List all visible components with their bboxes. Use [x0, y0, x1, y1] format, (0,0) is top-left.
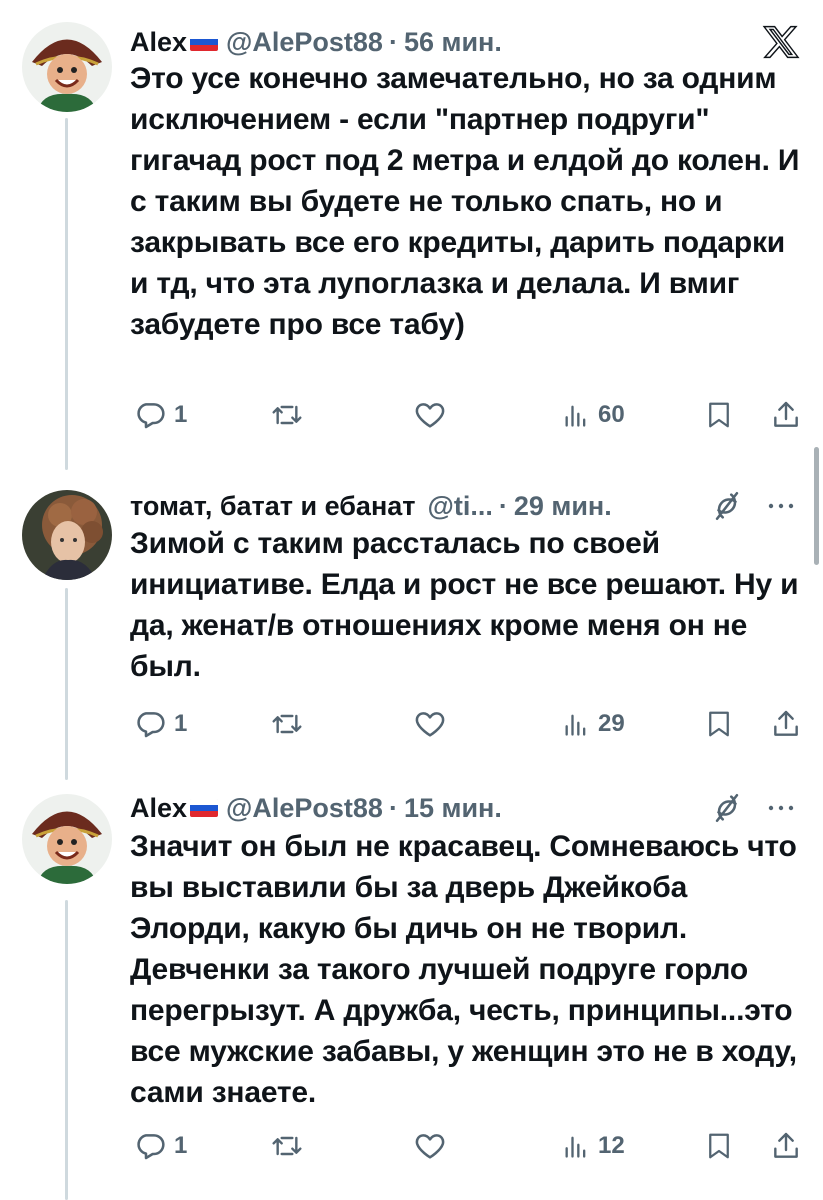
- timestamp[interactable]: 29 мин.: [514, 491, 612, 522]
- reply-count: 1: [174, 710, 188, 737]
- separator-dot: ·: [388, 26, 398, 57]
- thread-line: [65, 588, 68, 780]
- tweet-text: Это усе конечно замечательно, но за одни…: [130, 62, 800, 341]
- avatar[interactable]: [22, 490, 112, 580]
- view-count: 12: [598, 1132, 625, 1159]
- more-options-icon[interactable]: [766, 788, 796, 828]
- more-options-icon[interactable]: [766, 486, 796, 526]
- timestamp[interactable]: 56 мин.: [404, 27, 502, 58]
- view-count: 60: [598, 401, 625, 428]
- views-button[interactable]: 12: [562, 1126, 625, 1166]
- bookmark-button[interactable]: [704, 704, 734, 744]
- heart-icon: [415, 1134, 445, 1159]
- views-button[interactable]: 60: [562, 395, 625, 435]
- views-button[interactable]: 29: [562, 704, 625, 744]
- share-icon: [774, 1132, 798, 1158]
- like-button[interactable]: [412, 704, 448, 744]
- retweet-icon: [272, 405, 302, 425]
- tweet-header: Alex @AlePost88 · 56 мин.: [130, 22, 502, 62]
- separator-dot: ·: [498, 490, 508, 521]
- avatar[interactable]: [22, 794, 112, 884]
- retweet-button[interactable]: [270, 395, 304, 435]
- user-handle[interactable]: @AlePost88: [226, 793, 383, 824]
- views-icon: [565, 714, 586, 736]
- bookmark-button[interactable]: [704, 395, 734, 435]
- bookmark-icon: [709, 711, 729, 737]
- reply-button[interactable]: 1: [134, 704, 187, 744]
- reply-icon: [137, 1134, 165, 1160]
- share-icon: [774, 710, 798, 736]
- retweet-icon: [272, 1136, 302, 1156]
- reply-icon: [137, 712, 165, 738]
- x-logo-icon[interactable]: [762, 22, 800, 62]
- russia-flag-icon: [190, 799, 219, 817]
- tweet-header: Alex @AlePost88 · 15 мин.: [130, 788, 502, 828]
- like-button[interactable]: [412, 1126, 448, 1166]
- scrollbar[interactable]: [814, 447, 819, 565]
- separator-dot: ·: [388, 792, 398, 823]
- display-name[interactable]: Alex: [130, 27, 187, 58]
- share-icon: [774, 401, 798, 427]
- action-bar: 1 29: [130, 704, 810, 744]
- heart-icon: [415, 403, 445, 428]
- reply-button[interactable]: 1: [134, 1126, 187, 1166]
- grok-icon[interactable]: [710, 788, 744, 828]
- bookmark-button[interactable]: [704, 1126, 734, 1166]
- views-icon: [565, 1136, 586, 1158]
- like-button[interactable]: [412, 395, 448, 435]
- tweet-text: Зимой с таким рассталась по своей инициа…: [130, 527, 799, 683]
- action-bar: 1 60: [130, 395, 810, 435]
- display-name[interactable]: томат, батат и ебанат: [130, 491, 416, 522]
- heart-icon: [415, 712, 445, 737]
- share-button[interactable]: [770, 1126, 802, 1166]
- views-icon: [565, 405, 586, 427]
- reply-button[interactable]: 1: [134, 395, 187, 435]
- tweet-text: Значит он был не красавец. Сомневаюсь чт…: [130, 830, 797, 1109]
- retweet-button[interactable]: [270, 1126, 304, 1166]
- russia-flag-icon: [190, 33, 219, 51]
- share-button[interactable]: [770, 704, 802, 744]
- display-name[interactable]: Alex: [130, 793, 187, 824]
- action-bar: 1 12: [130, 1126, 810, 1166]
- share-button[interactable]: [770, 395, 802, 435]
- retweet-icon: [272, 714, 302, 734]
- timestamp[interactable]: 15 мин.: [404, 793, 502, 824]
- bookmark-icon: [709, 1133, 729, 1159]
- view-count: 29: [598, 710, 625, 737]
- tweet-header: томат, батат и ебанат @ti... · 29 мин.: [130, 486, 612, 526]
- bookmark-icon: [709, 402, 729, 428]
- retweet-button[interactable]: [270, 704, 304, 744]
- reply-count: 1: [174, 1132, 188, 1159]
- avatar[interactable]: [22, 22, 112, 112]
- user-handle[interactable]: @AlePost88: [226, 27, 383, 58]
- reply-count: 1: [174, 401, 188, 428]
- thread-line: [65, 900, 68, 1200]
- grok-icon[interactable]: [710, 486, 744, 526]
- reply-icon: [137, 403, 165, 429]
- thread-line: [65, 118, 68, 470]
- user-handle[interactable]: @ti...: [428, 491, 493, 522]
